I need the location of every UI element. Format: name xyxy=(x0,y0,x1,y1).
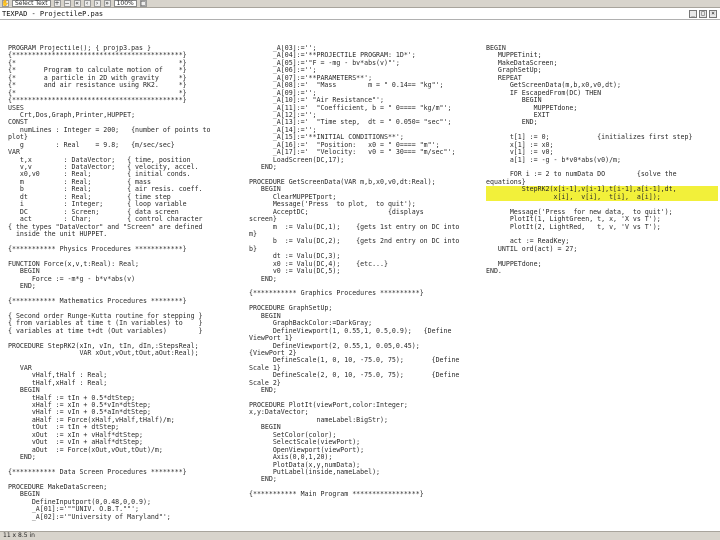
code-line: VAR xOut,vOut,tOut,aOut:Real); xyxy=(8,348,199,357)
code-line: END; xyxy=(249,163,277,171)
previous-page-icon[interactable]: ‹ xyxy=(83,0,91,7)
zoom-out-icon[interactable]: − xyxy=(63,0,71,7)
last-page-icon[interactable]: » xyxy=(103,0,111,7)
code-line: DefineScale(2, 0, 10, -75.0, 75); {Defin… xyxy=(249,371,460,380)
zoom-dropdown[interactable]: 100% xyxy=(113,0,137,7)
code-line: {*********** Graphics Procedures *******… xyxy=(249,289,424,298)
code-column-3: BEGIN MUPPETinit; MakeDataScreen; GraphS… xyxy=(486,45,718,276)
code-line: tHalf,xHalf : Real; xyxy=(8,378,108,387)
window-controls: _ □ × xyxy=(689,10,717,18)
code-line: UNTIL ord(act) = 27; xyxy=(486,244,578,253)
first-page-icon[interactable]: « xyxy=(73,0,81,7)
code-line: inside the unit HUPPET. xyxy=(8,229,108,238)
code-line: {*********** Main Program **************… xyxy=(249,490,424,499)
code-line: END; xyxy=(8,282,36,290)
code-line: END; xyxy=(249,475,277,484)
code-line: PutLabel(inside,nameLabel); xyxy=(249,467,381,476)
code-line: PlotIt(2, LightRed, t, v, 'V vs T'); xyxy=(486,222,661,231)
hand-tool-icon[interactable]: ✋ xyxy=(2,0,9,7)
close-icon[interactable]: × xyxy=(709,10,717,18)
code-line: MUPPETdone; xyxy=(486,259,542,268)
code-line: PROCEDURE MakeDataScreen; xyxy=(8,482,108,491)
code-line: END; xyxy=(486,118,538,127)
code-line: aOut := Force(xOut,vOut,tOut)/m; xyxy=(8,445,163,454)
page-size-readout: 11 x 8.5 in xyxy=(3,532,35,539)
code-line: {*********** Mathematics Procedures ****… xyxy=(8,296,187,305)
code-column-2: _A[03]:=''; _A[04]:='**PROJECTILE PROGRA… xyxy=(249,45,483,499)
toolbar: ✋ Select Text + − « ‹ › » 100% □ xyxy=(0,0,720,8)
code-line: END; xyxy=(249,386,277,395)
code-line: m := Valu(DC,1); {gets 1st entry on DC i… xyxy=(249,222,460,231)
code-line: FUNCTION Force(x,v,t:Real): Real; xyxy=(8,259,140,268)
code-column-1: PROGRAM Projectile(); { projp3.pas } {***… xyxy=(8,45,244,521)
code-line: Crt,Dos,Graph,Printer,HUPPET; xyxy=(8,110,136,119)
next-page-icon[interactable]: › xyxy=(93,0,101,7)
code-line: v0 := Valu(DC,5); xyxy=(249,267,341,276)
code-line: Scale 2} xyxy=(249,378,281,387)
zoom-in-icon[interactable]: + xyxy=(53,0,61,7)
document-titlebar: TEXPAD - ProjectileP.pas _ □ × xyxy=(0,9,720,20)
code-line: {*********** Physics Procedures ********… xyxy=(8,244,187,253)
code-line: _A[02]:='"University of Maryland"'; xyxy=(8,512,171,521)
status-bar: 11 x 8.5 in xyxy=(0,531,720,540)
code-line: b := Valu(DC,2); {gets 2nd entry on DC i… xyxy=(249,237,460,246)
code-line: Force := -m*g - b*v*abs(v) xyxy=(8,274,136,283)
fit-page-icon[interactable]: □ xyxy=(139,0,147,7)
code-line: AcceptDC; {displays xyxy=(249,207,424,216)
code-line: DefineScale(1, 0, 10, -75.0, 75); {Defin… xyxy=(249,356,460,365)
document-page: PROGRAM Projectile(); { projp3.pas } {***… xyxy=(0,21,720,531)
code-line: { variables at time t+dt (Out variables)… xyxy=(8,326,203,335)
code-line: g : Real = 9.8; {m/sec/sec} xyxy=(8,140,175,149)
code-line: a[1] := -g - b*v0*abs(v0)/m; xyxy=(486,155,621,164)
highlighted-code-line: x[i], v[i], t[i], a[i]); xyxy=(486,193,718,202)
code-line: PROCEDURE GetScreenData(VAR m,b,x0,v0,dt… xyxy=(249,177,436,186)
code-line: PROCEDURE GraphSetUp; xyxy=(249,304,333,313)
code-line: END; xyxy=(8,453,36,462)
code-line: END. xyxy=(486,267,502,276)
window-title: TEXPAD - ProjectileP.pas xyxy=(2,10,104,18)
code-line: nameLabel:BigStr); xyxy=(249,415,388,424)
code-line: numLines : Integer = 200; {number of poi… xyxy=(8,125,211,134)
code-line: LoadScreen(DC,17); xyxy=(249,155,345,164)
code-line: {***************************************… xyxy=(8,96,187,105)
code-line: END; xyxy=(249,274,277,283)
code-line: {*********** Data Screen Procedures ****… xyxy=(8,467,187,476)
select-tool-dropdown[interactable]: Select Text xyxy=(12,0,51,7)
minimize-icon[interactable]: _ xyxy=(689,10,697,18)
maximize-icon[interactable]: □ xyxy=(699,10,707,18)
